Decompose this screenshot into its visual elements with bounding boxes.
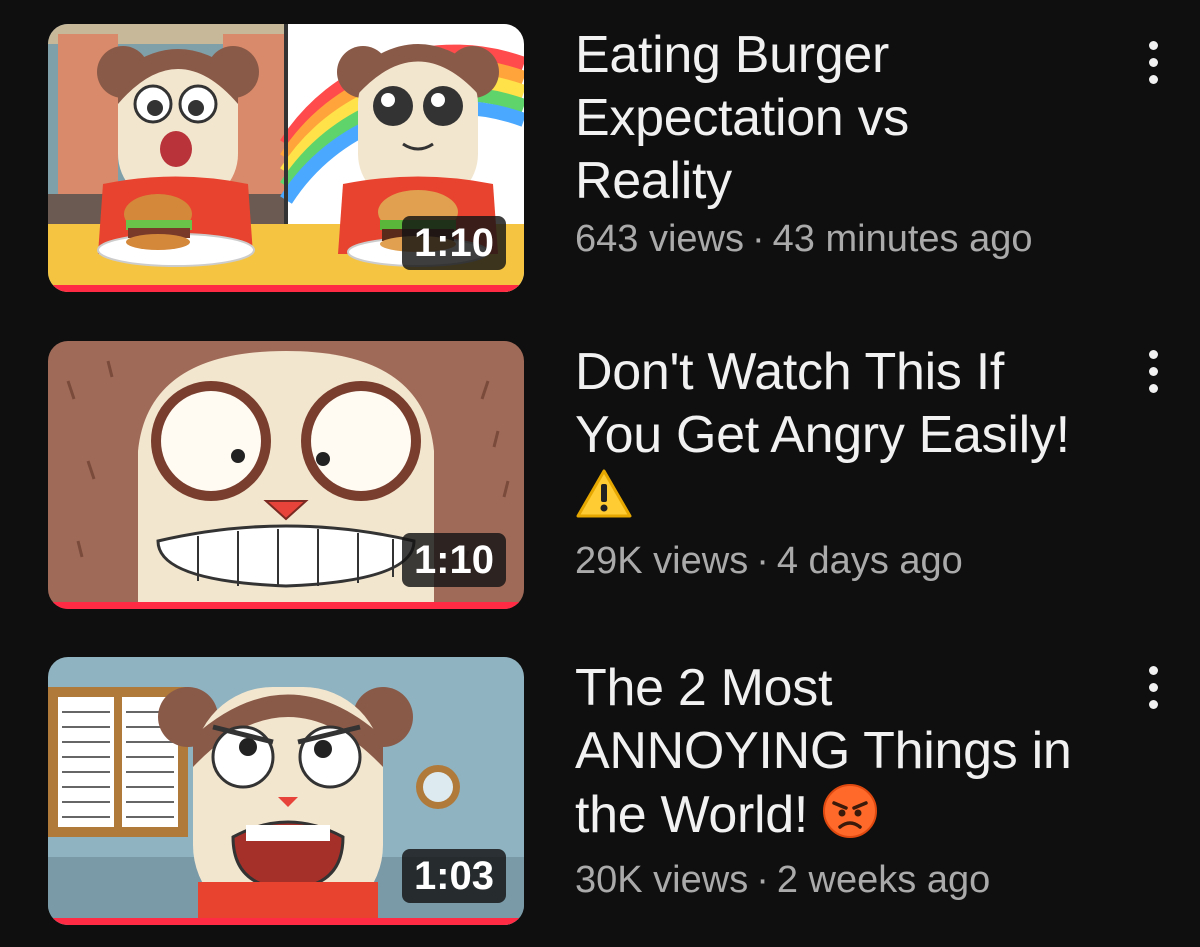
duration-badge: 1:03 (401, 849, 506, 903)
meta-separator: · (756, 859, 769, 901)
video-title[interactable]: Eating Burger Expectation vs Reality (575, 24, 1135, 213)
video-title[interactable]: The 2 Most ANNOYING Things in the World! (575, 657, 1135, 854)
angry-face-icon (822, 783, 878, 854)
video-meta: 29K views · 4 days ago (575, 537, 1135, 585)
dot-icon (1148, 665, 1158, 675)
video-meta: 643 views · 43 minutes ago (575, 215, 1135, 263)
view-count: 29K views (575, 539, 749, 582)
meta-separator: · (751, 218, 765, 260)
meta-separator: · (756, 539, 769, 582)
more-options-menu-button[interactable] (1140, 32, 1166, 92)
view-count: 643 views (575, 218, 744, 260)
upload-age: 2 weeks ago (776, 859, 991, 901)
duration-badge: 1:10 (401, 533, 506, 587)
video-item[interactable]: 1:10 Eating Burger Expectation vs Realit… (0, 24, 1200, 314)
video-title-text: Don't Watch This If You Get Angry Easily… (575, 343, 1070, 464)
more-options-menu-button[interactable] (1140, 341, 1166, 401)
video-thumbnail[interactable]: 1:10 (48, 341, 524, 609)
video-item[interactable]: 1:10 Don't Watch This If You Get Angry E… (0, 341, 1200, 631)
upload-age: 4 days ago (776, 539, 963, 582)
video-item[interactable]: 1:03 The 2 Most ANNOYING Things in the W… (0, 657, 1200, 947)
watch-progress-bar (48, 285, 524, 292)
dot-icon (1148, 366, 1158, 376)
watch-progress-bar (48, 918, 524, 925)
video-info[interactable]: Eating Burger Expectation vs Reality 643… (575, 24, 1135, 263)
dot-icon (1148, 699, 1158, 709)
dot-icon (1148, 349, 1158, 359)
upload-age: 43 minutes ago (772, 218, 1033, 260)
video-thumbnail[interactable]: 1:03 (48, 657, 524, 925)
video-thumbnail[interactable]: 1:10 (48, 24, 524, 292)
video-meta: 30K views · 2 weeks ago (575, 856, 1135, 904)
more-options-menu-button[interactable] (1140, 657, 1166, 717)
video-info[interactable]: Don't Watch This If You Get Angry Easily… (575, 341, 1135, 585)
dot-icon (1148, 74, 1158, 84)
dot-icon (1148, 57, 1158, 67)
view-count: 30K views (575, 859, 749, 901)
dot-icon (1148, 40, 1158, 50)
warning-icon (575, 468, 633, 535)
duration-badge: 1:10 (401, 216, 506, 270)
dot-icon (1148, 682, 1158, 692)
video-title[interactable]: Don't Watch This If You Get Angry Easily… (575, 341, 1135, 535)
dot-icon (1148, 383, 1158, 393)
watch-progress-bar (48, 602, 524, 609)
video-info[interactable]: The 2 Most ANNOYING Things in the World!… (575, 657, 1135, 904)
